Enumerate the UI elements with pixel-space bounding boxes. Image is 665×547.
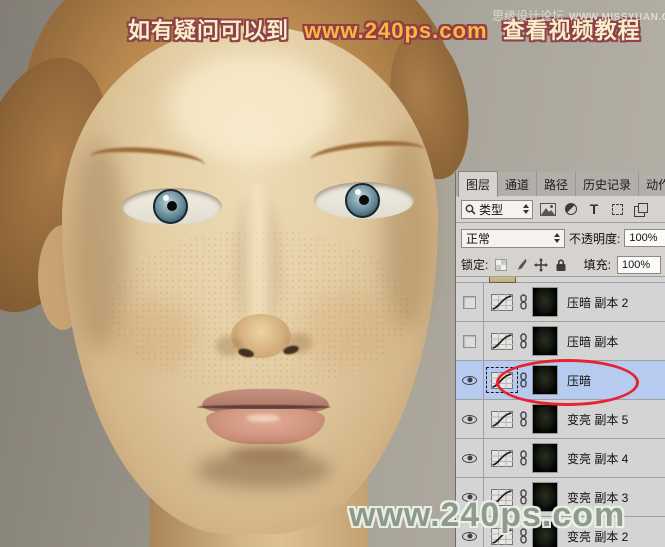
watermark-top: 思缘设计论坛 WWW.MISSYUAN.COM	[492, 7, 665, 24]
layer-name[interactable]: 变亮 副本 4	[567, 450, 628, 467]
visibility-off-well	[463, 295, 476, 309]
search-icon	[465, 204, 476, 215]
layer-row[interactable]: 压暗 副本 2	[456, 283, 665, 322]
layer-name[interactable]: 变亮 副本 5	[567, 411, 628, 428]
tab-history[interactable]: 历史记录	[576, 172, 640, 196]
watermark-bottom: www.240ps.com	[349, 496, 626, 534]
fill-field[interactable]: 100%	[616, 255, 661, 274]
adjustment-layers-filter-icon[interactable]	[563, 201, 579, 217]
fill-label: 填充:	[583, 258, 611, 272]
link-icon	[519, 450, 528, 466]
pixel-layers-filter-icon[interactable]	[540, 201, 556, 217]
type-layers-filter-icon[interactable]: T	[586, 201, 602, 217]
layer-mask-thumbnail[interactable]	[532, 404, 558, 434]
lock-position-button[interactable]	[533, 257, 548, 273]
layer-name[interactable]: 压暗	[567, 372, 591, 389]
blend-mode-dropdown[interactable]: 正常	[461, 228, 565, 248]
eye-right	[314, 182, 414, 219]
layer-thumbnail[interactable]	[489, 277, 516, 283]
visibility-toggle[interactable]	[456, 361, 484, 399]
layers-panel: 图层 通道 路径 历史记录 动作 类型 T 正常 不透明度: 100% 锁定: …	[455, 171, 665, 547]
visibility-toggle[interactable]	[456, 400, 484, 438]
layer-mask-thumbnail[interactable]	[532, 443, 558, 473]
layer-mask-thumbnail[interactable]	[532, 326, 558, 356]
curves-adjustment-icon[interactable]	[486, 367, 518, 393]
banner-url: www.240ps.com	[304, 18, 488, 43]
lock-icon	[556, 258, 566, 271]
lock-image-pixels-button[interactable]	[514, 257, 528, 273]
blend-mode-value: 正常	[466, 231, 491, 246]
lock-transparent-pixels-button[interactable]	[494, 257, 508, 273]
brush-icon	[518, 258, 528, 270]
shape-layers-filter-icon[interactable]	[609, 201, 625, 217]
tab-paths[interactable]: 路径	[537, 172, 577, 196]
link-icon	[519, 372, 528, 388]
lock-all-button[interactable]	[554, 257, 568, 273]
tab-channels[interactable]: 通道	[498, 172, 538, 196]
lock-label: 锁定:	[461, 258, 489, 272]
move-icon	[533, 257, 548, 272]
layer-row[interactable]: 压暗 副本	[456, 322, 665, 361]
blend-mode-row: 正常 不透明度: 100%	[456, 223, 665, 253]
link-icon	[519, 411, 528, 427]
curves-adjustment-icon[interactable]	[489, 292, 515, 312]
layer-filter-row: 类型 T	[456, 196, 665, 223]
layer-row-selected[interactable]: 压暗	[456, 361, 665, 400]
watermark-site-url: WWW.MISSYUAN.COM	[569, 12, 665, 23]
lock-row: 锁定: 填充: 100%	[456, 253, 665, 277]
opacity-label: 不透明度:	[569, 231, 621, 246]
checkerboard-icon	[495, 258, 508, 271]
tab-layers[interactable]: 图层	[458, 171, 499, 197]
dropdown-arrows-icon	[523, 204, 529, 214]
visibility-toggle[interactable]	[456, 283, 484, 321]
visibility-off-well	[463, 334, 476, 348]
smart-objects-filter-icon[interactable]	[632, 201, 648, 217]
layer-mask-thumbnail[interactable]	[532, 365, 558, 395]
tab-actions[interactable]: 动作	[639, 172, 665, 196]
visibility-toggle[interactable]	[456, 322, 484, 360]
eye-icon	[462, 414, 477, 424]
curves-adjustment-icon[interactable]	[489, 448, 515, 468]
eye-icon	[462, 375, 477, 385]
visibility-toggle[interactable]	[456, 439, 484, 477]
filter-kind-label: 类型	[479, 202, 504, 217]
link-icon	[519, 294, 528, 310]
opacity-field[interactable]: 100%	[624, 229, 665, 247]
eye-icon	[462, 453, 477, 463]
banner-prefix: 如有疑问可以到	[128, 18, 290, 43]
layer-row[interactable]: 变亮 副本 5	[456, 400, 665, 439]
eye-left	[122, 188, 222, 225]
watermark-site-name: 思缘设计论坛	[492, 9, 565, 23]
layer-row[interactable]: 变亮 副本 4	[456, 439, 665, 478]
layer-row-partial[interactable]	[456, 277, 665, 283]
layer-name[interactable]: 压暗 副本 2	[567, 294, 628, 311]
layer-mask-thumbnail[interactable]	[532, 287, 558, 317]
curves-adjustment-icon[interactable]	[489, 331, 515, 351]
dropdown-arrows-icon	[554, 233, 560, 243]
layer-name[interactable]: 压暗 副本	[567, 333, 618, 350]
link-icon	[519, 333, 528, 349]
screenshot-root: 如有疑问可以到 www.240ps.com 查看视频教程 思缘设计论坛 WWW.…	[0, 0, 665, 547]
curves-adjustment-icon[interactable]	[489, 409, 515, 429]
filter-kind-dropdown[interactable]: 类型	[461, 199, 533, 219]
panel-tab-bar: 图层 通道 路径 历史记录 动作	[456, 171, 665, 197]
